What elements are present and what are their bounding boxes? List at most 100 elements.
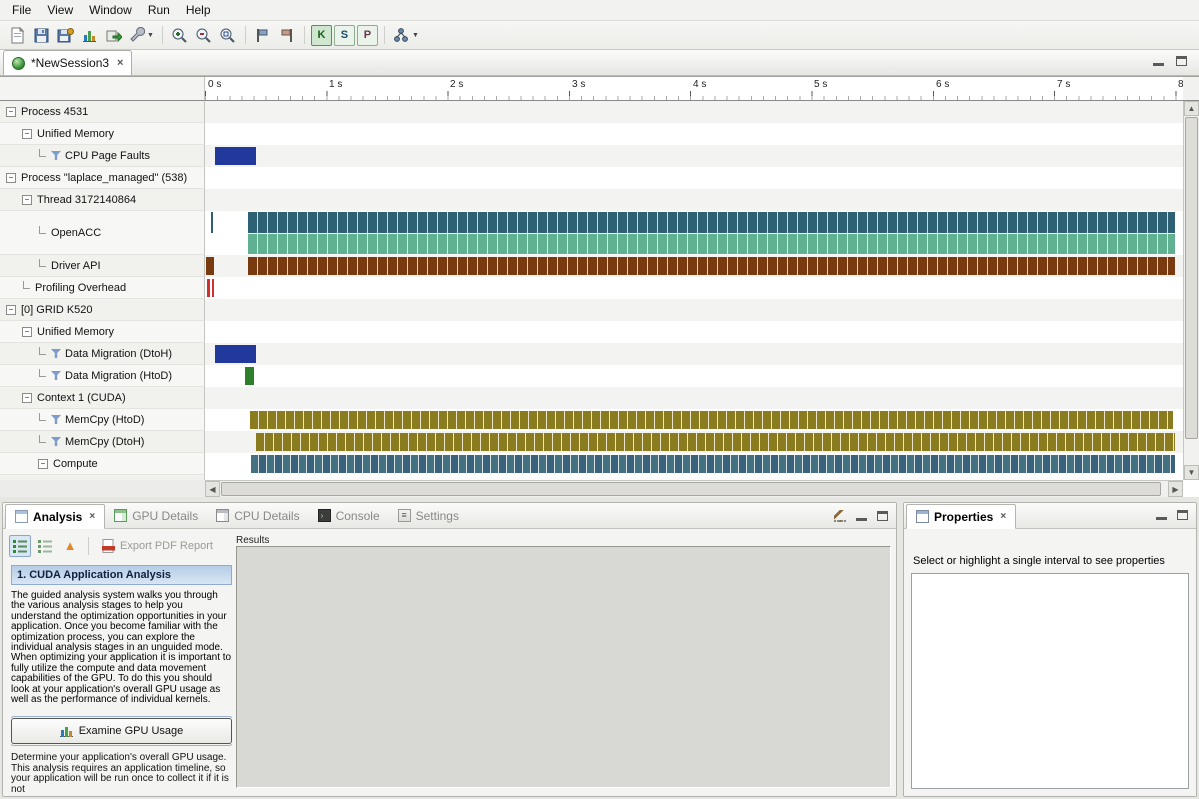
timeline-interval[interactable] (245, 367, 254, 385)
timeline-interval[interactable] (248, 234, 1176, 254)
stream-toggle-button[interactable]: S (334, 25, 355, 46)
timeline-track[interactable] (205, 321, 1183, 343)
save-as-icon[interactable] (53, 24, 77, 47)
collapse-icon[interactable] (6, 107, 16, 117)
collapse-icon[interactable] (22, 195, 32, 205)
export-icon[interactable] (101, 24, 125, 47)
timeline-track[interactable] (205, 277, 1183, 299)
save-icon[interactable] (29, 24, 53, 47)
timeline-interval[interactable] (215, 147, 256, 165)
examine-gpu-usage-button[interactable]: Examine GPU Usage (11, 718, 232, 744)
tab-session[interactable]: *NewSession3 × (3, 50, 132, 75)
tab-cpu-details[interactable]: CPU Details (207, 503, 308, 528)
tree-row-thread[interactable]: Thread 3172140864 (0, 189, 205, 211)
tab-analysis[interactable]: Analysis × (5, 504, 105, 529)
menu-window[interactable]: Window (81, 1, 140, 19)
tree-row-unified-memory[interactable]: Unified Memory (0, 123, 205, 145)
close-icon[interactable]: × (117, 57, 123, 69)
timeline-interval[interactable] (206, 257, 215, 275)
kernel-toggle-button[interactable]: K (311, 25, 332, 46)
tree-row-context-1[interactable]: Context 1 (CUDA) (0, 387, 205, 409)
tree-row-compute[interactable]: Compute (0, 453, 205, 475)
collapse-analysis-icon[interactable]: ▲ (59, 535, 81, 557)
horizontal-scroll-thumb[interactable] (221, 482, 1161, 496)
tab-settings[interactable]: Settings (389, 503, 468, 528)
tree-row-unified-memory-gpu[interactable]: Unified Memory (0, 321, 205, 343)
scroll-up-icon[interactable]: ▲ (1184, 101, 1199, 116)
timeline-track[interactable] (205, 387, 1183, 409)
tree-row-memcpy-dtoh[interactable]: MemCpy (DtoH) (0, 431, 205, 453)
new-session-icon[interactable] (5, 24, 29, 47)
guided-analysis-icon[interactable] (9, 535, 31, 557)
vertical-scrollbar[interactable]: ▲ ▼ (1183, 101, 1199, 480)
minimize-icon[interactable] (1156, 511, 1167, 520)
timeline-interval[interactable] (207, 279, 209, 297)
analysis-icon[interactable]: ▼ (390, 24, 422, 47)
close-icon[interactable]: × (1000, 511, 1006, 522)
view-menu-icon[interactable] (834, 510, 846, 522)
filter-icon[interactable] (51, 151, 61, 160)
timeline-track[interactable] (205, 365, 1183, 387)
tree-row-process-4531[interactable]: Process 4531 (0, 101, 205, 123)
timeline-interval[interactable] (211, 212, 213, 233)
process-toggle-button[interactable]: P (357, 25, 378, 46)
chart-icon[interactable] (77, 24, 101, 47)
maximize-icon[interactable] (877, 511, 888, 521)
marker-flag-icon[interactable] (251, 24, 275, 47)
timeline-interval[interactable] (248, 257, 1176, 275)
collapse-icon[interactable] (22, 393, 32, 403)
timeline-interval[interactable] (251, 455, 1175, 473)
minimize-icon[interactable] (1153, 57, 1164, 66)
tree-row-process-laplace[interactable]: Process "laplace_managed" (538) (0, 167, 205, 189)
collapse-icon[interactable] (22, 129, 32, 139)
timeline-interval[interactable] (215, 345, 256, 363)
timeline-track[interactable] (205, 453, 1183, 475)
maximize-icon[interactable] (1177, 510, 1188, 520)
timeline-track[interactable] (205, 189, 1183, 211)
close-icon[interactable]: × (89, 511, 95, 522)
unguided-analysis-icon[interactable] (34, 535, 56, 557)
tab-gpu-details[interactable]: GPU Details (105, 503, 207, 528)
menu-view[interactable]: View (39, 1, 81, 19)
tab-console[interactable]: Console (309, 503, 389, 528)
menu-run[interactable]: Run (140, 1, 178, 19)
maximize-icon[interactable] (1176, 56, 1187, 66)
timeline-track[interactable] (205, 343, 1183, 365)
zoom-out-icon[interactable] (192, 24, 216, 47)
timeline-interval[interactable] (250, 411, 1173, 429)
timeline-track[interactable] (205, 167, 1183, 189)
timeline-interval[interactable] (256, 433, 1176, 451)
tree-row-openacc[interactable]: OpenACC (0, 211, 205, 255)
horizontal-scrollbar[interactable]: ◀ ▶ (205, 480, 1183, 497)
menu-file[interactable]: File (4, 1, 39, 19)
timeline-track[interactable] (205, 431, 1183, 453)
tab-properties[interactable]: Properties × (906, 504, 1016, 529)
timeline-track[interactable] (205, 409, 1183, 431)
zoom-fit-icon[interactable] (216, 24, 240, 47)
scroll-right-icon[interactable]: ▶ (1168, 481, 1183, 497)
zoom-in-icon[interactable] (168, 24, 192, 47)
dropdown-arrow-icon[interactable]: ▼ (147, 32, 154, 39)
timeline-track[interactable] (205, 211, 1183, 255)
filter-icon[interactable] (51, 349, 61, 358)
tree-row-profiling-overhead[interactable]: Profiling Overhead (0, 277, 205, 299)
timeline-track[interactable] (205, 123, 1183, 145)
tree-row-data-migration-htod[interactable]: Data Migration (HtoD) (0, 365, 205, 387)
filter-icon[interactable] (51, 371, 61, 380)
vertical-scroll-thumb[interactable] (1185, 117, 1198, 439)
tree-row-grid-k520[interactable]: [0] GRID K520 (0, 299, 205, 321)
timeline-track[interactable] (205, 299, 1183, 321)
collapse-icon[interactable] (6, 173, 16, 183)
tree-row-driver-api[interactable]: Driver API (0, 255, 205, 277)
timeline-interval[interactable] (248, 212, 1176, 233)
profile-settings-icon[interactable]: ▼ (125, 24, 157, 47)
minimize-icon[interactable] (856, 512, 867, 521)
tree-row-memcpy-htod[interactable]: MemCpy (HtoD) (0, 409, 205, 431)
scroll-down-icon[interactable]: ▼ (1184, 465, 1199, 480)
timeline-track[interactable] (205, 255, 1183, 277)
tree-row-cpu-page-faults[interactable]: CPU Page Faults (0, 145, 205, 167)
timeline-track[interactable] (205, 145, 1183, 167)
menu-help[interactable]: Help (178, 1, 219, 19)
collapse-icon[interactable] (22, 327, 32, 337)
timeline-interval[interactable] (212, 279, 214, 297)
